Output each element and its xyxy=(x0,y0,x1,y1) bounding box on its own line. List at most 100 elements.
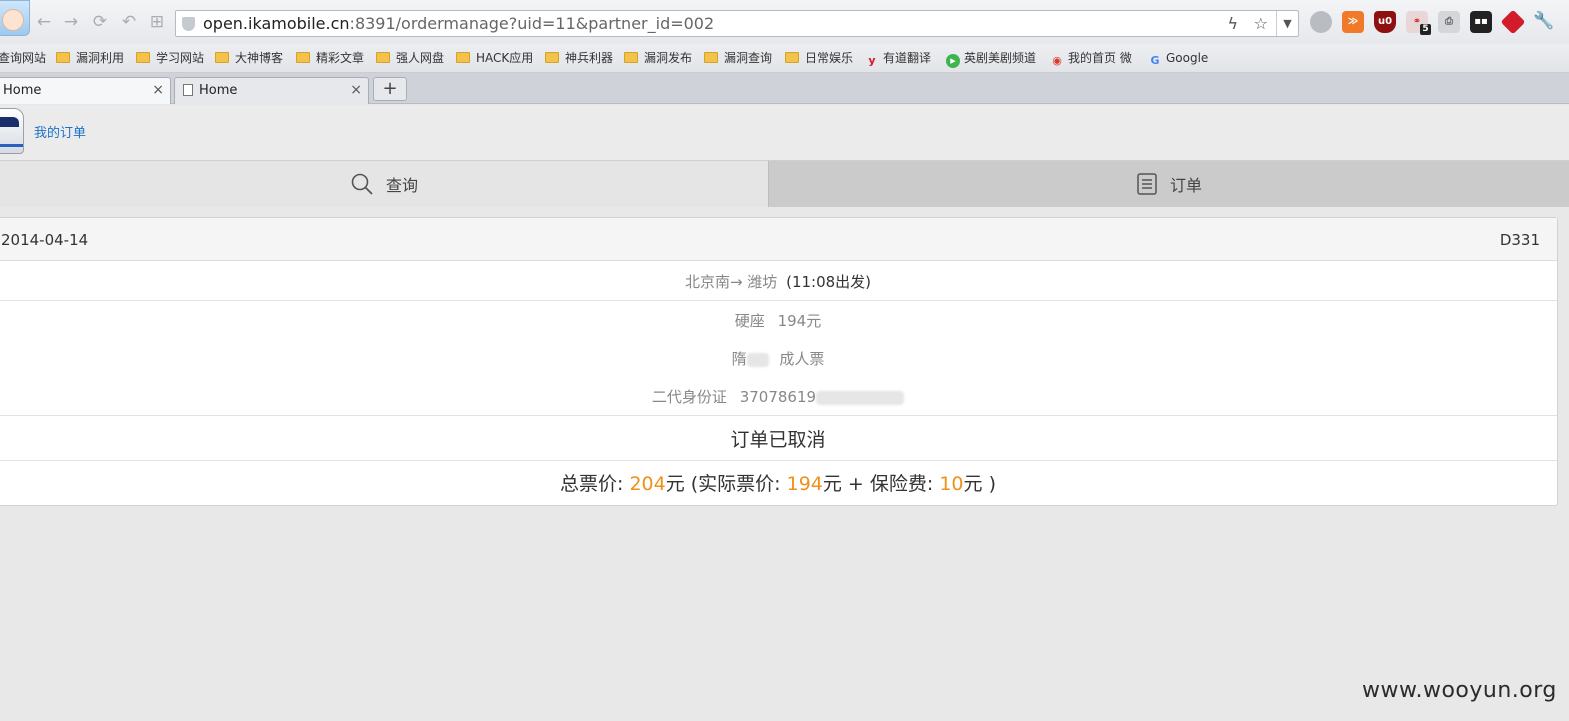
forward-icon[interactable]: → xyxy=(61,12,81,32)
youdao-icon: y xyxy=(868,54,876,67)
bookmark-folder[interactable]: HACK应用 xyxy=(456,49,533,67)
seat-type: 硬座 xyxy=(734,312,765,330)
printer-extension-icon[interactable]: ⎙ xyxy=(1438,11,1460,33)
bookmark-label: Google xyxy=(1166,51,1209,65)
seat-row: 硬座 194元 xyxy=(0,310,1557,331)
watermark: www.wooyun.org xyxy=(1362,678,1557,703)
new-tab-button[interactable]: + xyxy=(373,77,407,101)
bookmark-weibo[interactable]: ◉ 我的首页 微 xyxy=(1050,49,1132,67)
tab-query[interactable]: 查询 xyxy=(0,161,768,207)
orange-extension-icon[interactable]: ≫ xyxy=(1342,11,1364,33)
order-date: 2014-04-14 xyxy=(1,231,89,249)
insurance-label: 元 + 保险费: xyxy=(822,473,940,495)
app-header xyxy=(0,105,1569,160)
address-dropdown-icon[interactable]: ▼ xyxy=(1276,11,1298,36)
total-price: 204 xyxy=(629,473,666,495)
ublock-icon[interactable]: u0 xyxy=(1374,11,1396,33)
tab-orders-label: 订单 xyxy=(1169,176,1202,195)
seat-price: 194元 xyxy=(777,312,822,330)
order-card-header: 2014-04-14 D331 xyxy=(0,218,1557,261)
bookmark-label: 大神博客 xyxy=(235,51,284,65)
bookmark-folder[interactable]: 神兵利器 xyxy=(545,49,613,67)
security-shield-icon xyxy=(182,17,195,31)
passenger-row: 隋 成人票 xyxy=(0,348,1557,369)
bookmark-google[interactable]: G Google xyxy=(1148,49,1208,67)
bookmarks-bar: 查询网站 漏洞利用 学习网站 大神博客 精彩文章 强人网盘 HACK应用 神兵利… xyxy=(0,44,1569,73)
bookmark-folder[interactable]: 漏洞发布 xyxy=(624,49,692,67)
folder-icon xyxy=(136,52,150,63)
reload-icon[interactable]: ⟳ xyxy=(90,12,110,32)
bookmark-tv-channel[interactable]: ▸ 英剧美剧频道 xyxy=(946,49,1037,68)
tab-close-icon[interactable]: × xyxy=(350,78,362,103)
bookmark-folder[interactable]: 大神博客 xyxy=(215,49,283,67)
actual-price: 194 xyxy=(786,473,823,495)
play-icon: ▸ xyxy=(946,54,960,68)
bookmark-folder[interactable]: 强人网盘 xyxy=(376,49,444,67)
order-status: 订单已取消 xyxy=(730,429,826,451)
back-icon[interactable]: ← xyxy=(34,12,54,32)
tab-orders[interactable]: 订单 xyxy=(768,161,1569,207)
bookmark-label: 神兵利器 xyxy=(565,51,614,65)
tab-close-icon[interactable]: × xyxy=(152,78,164,103)
order-card[interactable]: 2014-04-14 D331 北京南→ 潍坊 (11:08出发) 硬座 194… xyxy=(0,217,1558,506)
folder-icon xyxy=(296,52,310,63)
divider xyxy=(0,460,1557,461)
bookmark-label: 漏洞查询 xyxy=(724,51,773,65)
bookmark-label: 英剧美剧频道 xyxy=(964,51,1037,65)
closing-text: 元 ) xyxy=(963,473,996,495)
bookmark-label: 有道翻译 xyxy=(883,51,932,65)
address-url[interactable]: open.ikamobile.cn:8391/ordermanage?uid=1… xyxy=(203,14,714,33)
order-list-icon xyxy=(1137,173,1157,195)
bookmark-folder[interactable]: 日常娱乐 xyxy=(785,49,853,67)
bookmark-item[interactable]: 查询网站 xyxy=(0,49,46,67)
red-diamond-extension-icon[interactable] xyxy=(1500,9,1526,35)
actual-label: 元 (实际票价: xyxy=(665,473,787,495)
apps-grid-icon[interactable]: ⊞ xyxy=(147,12,167,32)
bookmark-label: 强人网盘 xyxy=(396,51,445,65)
tab-strip: Home × Home × + xyxy=(0,73,1569,104)
folder-icon xyxy=(624,52,638,63)
page-title[interactable]: 我的订单 xyxy=(34,122,86,141)
bookmark-youdao[interactable]: y 有道翻译 xyxy=(865,49,931,67)
bookmark-label: 漏洞发布 xyxy=(644,51,693,65)
ticket-type: 成人票 xyxy=(779,350,825,368)
id-number: 37078619 xyxy=(739,388,817,406)
bookmark-star-icon[interactable]: ☆ xyxy=(1254,14,1268,33)
price-summary: 总票价: 204元 (实际票价: 194元 + 保险费: 10元 ) xyxy=(0,469,1557,496)
bookmark-folder[interactable]: 漏洞利用 xyxy=(56,49,124,67)
tab-title: Home xyxy=(199,83,238,98)
train-logo-icon xyxy=(0,108,24,154)
lightning-icon[interactable]: ϟ xyxy=(1227,14,1238,33)
bookmark-folder[interactable]: 学习网站 xyxy=(136,49,204,67)
insurance-fee: 10 xyxy=(939,473,964,495)
folder-icon xyxy=(215,52,229,63)
tab-home-active[interactable]: Home × xyxy=(0,77,171,104)
departure-time: (11:08出发) xyxy=(786,273,872,291)
bookmark-folder[interactable]: 漏洞查询 xyxy=(704,49,772,67)
wrench-menu-icon[interactable]: 🔧 xyxy=(1533,11,1554,31)
id-type: 二代身份证 xyxy=(651,388,727,406)
bookmark-folder[interactable]: 精彩文章 xyxy=(296,49,364,67)
passenger-name: 隋 xyxy=(731,350,747,368)
url-path: :8391/ordermanage?uid=11&partner_id=002 xyxy=(349,14,715,33)
undo-icon[interactable]: ↶ xyxy=(119,12,139,32)
tab-query-label: 查询 xyxy=(385,176,418,195)
divider xyxy=(0,415,1557,416)
bookmark-label: 日常娱乐 xyxy=(805,51,854,65)
bookmark-label: 学习网站 xyxy=(156,51,205,65)
google-icon: G xyxy=(1150,54,1160,67)
circle-extension-icon[interactable] xyxy=(1310,11,1332,33)
profile-avatar[interactable] xyxy=(0,0,30,36)
extension-badge: 5 xyxy=(1420,24,1431,35)
id-row: 二代身份证 37078619 xyxy=(0,386,1557,407)
redacted-name xyxy=(746,352,769,367)
segment-bar: 查询 订单 xyxy=(0,160,1569,207)
url-host: open.ikamobile.cn xyxy=(203,14,350,33)
page-icon xyxy=(183,84,193,96)
address-bar[interactable]: open.ikamobile.cn:8391/ordermanage?uid=1… xyxy=(175,10,1299,37)
tab-home[interactable]: Home × xyxy=(174,77,369,104)
route-row: 北京南→ 潍坊 (11:08出发) xyxy=(0,271,1557,292)
folder-icon xyxy=(545,52,559,63)
bookmark-label: 我的首页 微 xyxy=(1068,51,1132,65)
black-extension-icon[interactable]: ▪▪ xyxy=(1470,11,1492,33)
